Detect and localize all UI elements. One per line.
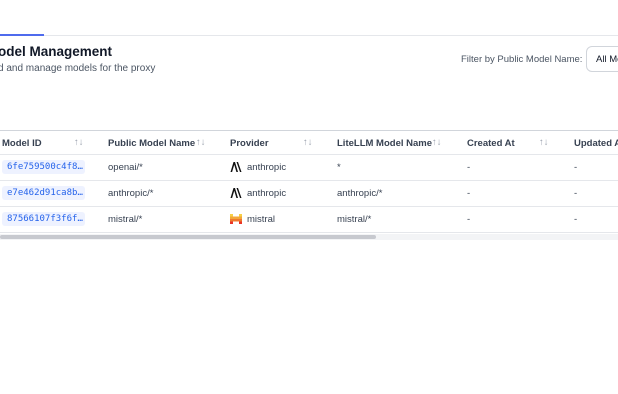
sort-icon[interactable]: ↑↓ <box>196 137 206 148</box>
tab-divider <box>44 35 618 36</box>
column-header-provider[interactable]: Provider <box>230 138 269 149</box>
active-tab-indicator <box>0 34 44 36</box>
litellm-model-name-cell: mistral/* <box>337 214 372 225</box>
row-divider <box>0 206 618 207</box>
column-header-created-at[interactable]: Created At <box>467 138 515 149</box>
row-divider <box>0 232 618 233</box>
mistral-logo-icon <box>230 214 242 224</box>
updated-at-cell: - <box>574 162 578 173</box>
filter-label: Filter by Public Model Name: <box>461 54 583 65</box>
table-top-border <box>0 130 618 131</box>
column-header-litellm-model-name[interactable]: LiteLLM Model Name <box>337 138 432 149</box>
sort-icon[interactable]: ↑↓ <box>432 137 442 148</box>
page-subtitle: d and manage models for the proxy <box>0 63 156 74</box>
public-model-name-cell: anthropic/* <box>108 188 154 199</box>
sort-icon[interactable]: ↑↓ <box>303 137 313 148</box>
top-bar <box>0 0 618 34</box>
sort-icon[interactable]: ↑↓ <box>539 137 549 148</box>
created-at-cell: - <box>467 188 471 199</box>
provider-cell: anthropic <box>247 162 287 173</box>
public-model-name-cell: mistral/* <box>108 214 143 225</box>
model-id-chip[interactable]: 87566107f3f6f… <box>2 212 85 226</box>
anthropic-logo-icon <box>230 162 242 172</box>
anthropic-logo-icon <box>230 188 242 198</box>
created-at-cell: - <box>467 162 471 173</box>
updated-at-cell: - <box>574 188 578 199</box>
public-model-filter-select[interactable]: All Mo <box>586 46 618 72</box>
sort-icon[interactable]: ↑↓ <box>74 137 84 148</box>
column-header-model-id[interactable]: Model ID <box>2 138 42 149</box>
column-header-public-model-name[interactable]: Public Model Name <box>108 138 195 149</box>
horizontal-scrollbar-thumb[interactable] <box>0 235 376 239</box>
model-id-chip[interactable]: e7e462d91ca8b… <box>2 186 85 200</box>
updated-at-cell: - <box>574 214 578 225</box>
created-at-cell: - <box>467 214 471 225</box>
model-id-chip[interactable]: 6fe759500c4f8… <box>2 160 85 174</box>
row-divider <box>0 180 618 181</box>
provider-cell: anthropic <box>247 188 287 199</box>
litellm-model-name-cell: anthropic/* <box>337 188 383 199</box>
public-model-name-cell: openai/* <box>108 162 143 173</box>
column-header-updated-at[interactable]: Updated A <box>574 138 618 149</box>
header-divider <box>0 154 618 155</box>
provider-cell: mistral <box>247 214 275 225</box>
page-title: odel Management <box>0 44 113 59</box>
litellm-model-name-cell: * <box>337 162 341 173</box>
